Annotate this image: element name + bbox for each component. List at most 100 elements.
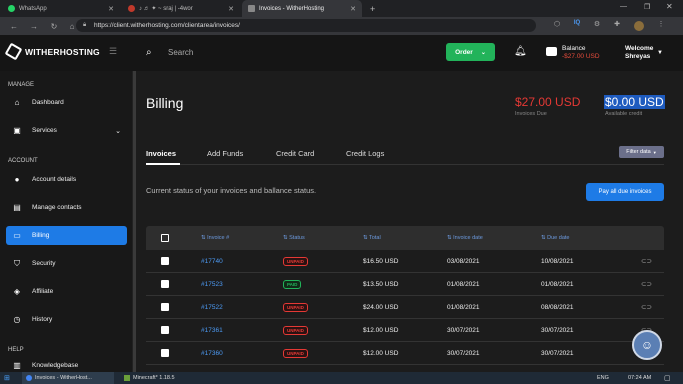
invoice-link[interactable]: #17523 xyxy=(201,281,283,288)
status-badge: UNPAID xyxy=(283,325,308,335)
col-invoice-date[interactable]: ⇅ Invoice date xyxy=(447,235,541,241)
row-checkbox[interactable] xyxy=(161,280,169,288)
sidebar-item-billing[interactable]: ▭ Billing xyxy=(6,226,127,245)
taskbar-app-minecraft[interactable]: Minecraft* 1.18.5 xyxy=(120,372,175,384)
invoice-link[interactable]: #17360 xyxy=(201,350,283,357)
brand-logo[interactable]: WITHERHOSTING xyxy=(4,42,100,61)
user-name: Shreyas xyxy=(625,53,651,60)
sidebar-item-manage-contacts[interactable]: ▤ Manage contacts xyxy=(6,198,127,217)
col-invoice[interactable]: ⇅ Invoice # xyxy=(201,235,283,241)
invoices-due-label: Invoices Due xyxy=(515,111,547,117)
new-tab-button[interactable]: + xyxy=(364,0,381,17)
filter-label: Filter data xyxy=(626,149,651,155)
col-total[interactable]: ⇅ Total xyxy=(363,235,447,241)
table-row[interactable]: #17523 PAID $13.50 USD 01/08/2021 01/08/… xyxy=(146,273,664,296)
invoice-link[interactable]: #17740 xyxy=(201,258,283,265)
pay-all-due-button[interactable]: Pay all due invoices xyxy=(586,183,664,201)
sidebar-item-account-details[interactable]: ● Account details xyxy=(6,170,127,189)
invoices-table: ⇅ Invoice # ⇅ Status ⇅ Total ⇅ Invoice d… xyxy=(146,226,664,365)
browser-tab-music[interactable]: ♪ ♬ ✦ ~ sraj | -4wor ✕ xyxy=(122,0,240,17)
table-row[interactable]: #17740 UNPAID $16.50 USD 03/08/2021 10/0… xyxy=(146,250,664,273)
puzzle-icon[interactable]: ✚ xyxy=(612,20,622,28)
clock[interactable]: 07:24 AM xyxy=(628,372,651,384)
user-menu[interactable]: Welcome Shreyas ▼ xyxy=(625,45,663,61)
active-tab-indicator xyxy=(146,163,180,165)
tabs-divider xyxy=(146,164,664,165)
link-icon[interactable]: ⊂⊃ xyxy=(629,303,664,311)
tab-label: WhatsApp xyxy=(19,5,47,12)
close-icon[interactable]: ✕ xyxy=(350,5,356,13)
link-icon[interactable]: ⊂⊃ xyxy=(629,257,664,265)
browser-tab-whatsapp[interactable]: WhatsApp ✕ xyxy=(2,0,120,17)
tab-add-funds[interactable]: Add Funds xyxy=(207,149,243,158)
hamburger-icon[interactable]: ☰ xyxy=(109,46,117,57)
sidebar-item-security[interactable]: ⛉ Security xyxy=(6,254,127,273)
balance-widget[interactable]: Balance -$27.00 USD xyxy=(562,45,600,61)
cube-icon xyxy=(4,42,23,61)
profile-avatar[interactable] xyxy=(634,21,644,31)
sidebar-item-knowledgebase[interactable]: ▥ Knowledgebase xyxy=(6,358,127,372)
row-checkbox[interactable] xyxy=(161,326,169,334)
tab-invoices[interactable]: Invoices xyxy=(146,149,176,158)
close-icon[interactable]: ✕ xyxy=(108,5,114,13)
search-icon[interactable]: ⌕ xyxy=(146,47,152,58)
row-checkbox[interactable] xyxy=(161,257,169,265)
close-icon[interactable]: ✕ xyxy=(228,5,234,13)
sidebar-section-manage: MANAGE xyxy=(8,82,35,88)
tab-credit-logs[interactable]: Credit Logs xyxy=(346,149,384,158)
sidebar-item-label: Billing xyxy=(32,232,50,239)
address-bar[interactable]: 🔒︎ https://client.witherhosting.com/clie… xyxy=(76,19,536,32)
user-icon: ● xyxy=(14,175,20,184)
col-due-date[interactable]: ⇅ Due date xyxy=(541,235,629,241)
sidebar-item-history[interactable]: ◷ History xyxy=(6,310,127,329)
language-indicator[interactable]: ENG xyxy=(597,372,609,384)
minimize-icon[interactable]: — xyxy=(620,3,627,10)
card-icon: ▭ xyxy=(13,231,21,240)
invoice-total: $24.00 USD xyxy=(363,303,399,311)
browser-tab-invoices[interactable]: Invoices - WitherHosting ✕ xyxy=(242,0,362,17)
sidebar-item-dashboard[interactable]: ⌂ Dashboard xyxy=(6,93,127,112)
chevron-down-icon: ⌄ xyxy=(115,127,121,135)
table-row[interactable]: #17360 UNPAID $12.00 USD 30/07/2021 30/0… xyxy=(146,342,664,365)
sidebar-item-label: Dashboard xyxy=(32,99,64,106)
forward-icon[interactable]: → xyxy=(28,22,40,31)
taskbar-app-browser[interactable]: Invoices - WitherHost... xyxy=(22,372,114,384)
sidebar-item-services[interactable]: ▣ Services ⌄ xyxy=(6,121,127,140)
reload-icon[interactable]: ↻ xyxy=(48,22,60,31)
notification-icon[interactable]: ▢ xyxy=(664,372,671,384)
sidebar-item-label: Security xyxy=(32,260,56,267)
header-label: Due date xyxy=(547,235,570,241)
window-close-icon[interactable]: ✕ xyxy=(666,2,673,11)
row-checkbox[interactable] xyxy=(161,349,169,357)
invoice-date: 30/07/2021 xyxy=(447,349,480,357)
sidebar-section-account: ACCOUNT xyxy=(8,158,38,164)
table-row[interactable]: #17361 UNPAID $12.00 USD 30/07/2021 30/0… xyxy=(146,319,664,342)
search-input[interactable]: Search xyxy=(168,48,193,57)
table-row[interactable]: #17522 UNPAID $24.00 USD 01/08/2021 08/0… xyxy=(146,296,664,319)
invoice-link[interactable]: #17522 xyxy=(201,304,283,311)
iq-extension-icon[interactable]: IQ xyxy=(572,20,582,26)
tab-credit-card[interactable]: Credit Card xyxy=(276,149,314,158)
status-text: Current status of your invoices and ball… xyxy=(146,186,317,195)
extension-icon[interactable]: ⬡ xyxy=(552,20,562,28)
back-icon[interactable]: ← xyxy=(8,22,20,31)
shield-icon: ⛉ xyxy=(14,258,20,268)
invoice-link[interactable]: #17361 xyxy=(201,327,283,334)
settings-extension-icon[interactable]: ⚙ xyxy=(592,20,602,28)
filter-data-button[interactable]: Filter data ▼ xyxy=(619,146,664,158)
lock-icon: 🔒︎ xyxy=(83,22,87,28)
balance-value: -$27.00 USD xyxy=(562,53,600,60)
row-checkbox[interactable] xyxy=(161,303,169,311)
col-status[interactable]: ⇅ Status xyxy=(283,235,363,241)
chat-bot-avatar[interactable]: ☺ xyxy=(632,330,662,360)
sidebar-item-affiliate[interactable]: ◈ Affiliate xyxy=(6,282,127,301)
order-button[interactable]: Order ⌄ xyxy=(446,43,495,61)
link-icon[interactable]: ⊂⊃ xyxy=(629,280,664,288)
briefcase-icon: ▣ xyxy=(13,126,21,135)
start-icon[interactable]: ⊞ xyxy=(4,372,10,384)
maximize-icon[interactable]: ❐ xyxy=(644,3,650,11)
bell-icon[interactable]: 🔔︎ xyxy=(514,46,527,57)
header-label: Total xyxy=(369,235,381,241)
menu-dots-icon[interactable]: ⋮ xyxy=(656,20,666,28)
select-all-checkbox[interactable] xyxy=(161,234,169,242)
